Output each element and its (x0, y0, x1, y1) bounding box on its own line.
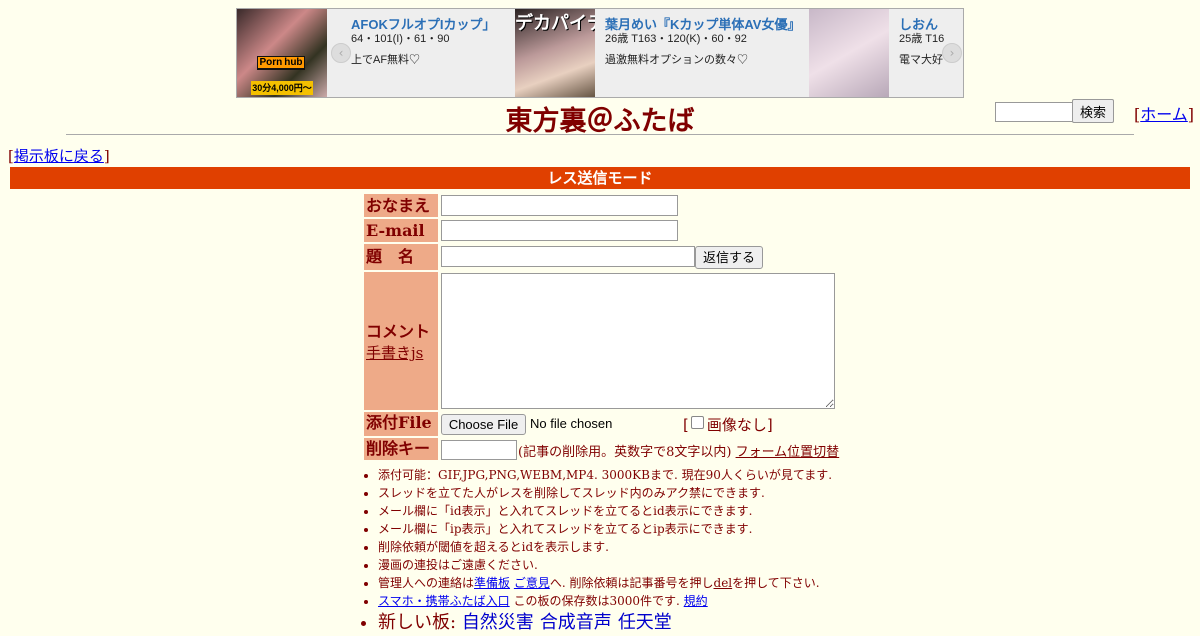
home-link-wrapper: [ホーム] (1134, 105, 1195, 124)
rule-item: 添付可能：GIF,JPG,PNG,WEBM,MP4. 3000KBまで. 現在9… (378, 466, 832, 484)
feedback-link[interactable]: ご意見 (514, 576, 550, 590)
ad-banner[interactable]: Porn hub 30分4,000円〜 ‹ AFOKフルオプIカップ」 64・10… (236, 8, 964, 98)
ad-card-1[interactable]: AFOKフルオプIカップ」 64・101(I)・61・90 上でAF無料♡ (351, 9, 511, 97)
ad-card-thumbnail: デカパイデカ (515, 9, 595, 97)
rule-item: メール欄に「ip表示」と入れてスレッドを立てるとip表示にできます. (378, 520, 832, 538)
home-link[interactable]: ホーム (1140, 105, 1188, 124)
ad-left-thumbnail[interactable]: Porn hub 30分4,000円〜 (237, 9, 327, 97)
ad-card-spec: 25歳 T16 (899, 33, 945, 45)
handwrite-js-link[interactable]: 手書きjs (366, 344, 423, 362)
ad-card-desc: 電マ大好 (899, 54, 943, 66)
choose-file-button[interactable]: Choose File (441, 414, 526, 435)
ad-next-arrow-icon[interactable]: › (942, 43, 962, 63)
file-status-text: No file chosen (530, 416, 613, 431)
search-form: 検索 (995, 99, 1114, 123)
ad-prev-arrow-icon[interactable]: ‹ (331, 43, 351, 63)
ad-card-3[interactable]: しおん 25歳 T16 電マ大好 (809, 9, 963, 97)
new-boards-item: 新しい板: 自然災害合成音声任天堂 (378, 610, 832, 636)
ad-card-spec: 64・101(I)・61・90 (351, 33, 450, 45)
del-link[interactable]: del (714, 576, 733, 590)
terms-link[interactable]: 規約 (684, 594, 708, 608)
email-label: E-mail (364, 219, 438, 242)
back-to-board-link[interactable]: 掲示板に戻る (14, 147, 104, 165)
subject-label: 題 名 (364, 244, 438, 270)
file-label: 添付File (364, 412, 438, 436)
ad-card-desc: 上でAF無料♡ (351, 54, 421, 66)
search-input[interactable] (995, 101, 1075, 122)
no-image-option: [画像なし] (683, 416, 773, 434)
email-input[interactable] (441, 220, 678, 241)
comment-label: コメント (366, 322, 431, 341)
ad-card-spec: 26歳 T163・120(K)・60・92 (605, 33, 747, 45)
ad-card-2[interactable]: デカパイデカ 葉月めい『Kカップ単体AV女優』 26歳 T163・120(K)・… (515, 9, 805, 97)
rule-item: 削除依頼が閾値を超えるとidを表示します. (378, 538, 832, 556)
rule-item-contact: 管理人への連絡は準備板 ご意見へ. 削除依頼は記事番号を押しdelを押して下さい… (378, 574, 832, 592)
no-image-checkbox[interactable] (690, 416, 704, 429)
ad-brand-logo: Porn hub (257, 56, 305, 70)
rule-item: スレッドを立てた人がレスを削除してスレッド内のみアク禁にできます. (378, 484, 832, 502)
subject-input[interactable] (441, 246, 695, 267)
delete-key-input[interactable] (441, 440, 517, 460)
mobile-entrance-link[interactable]: スマホ・携帯ふたば入口 (378, 594, 510, 608)
rule-item-mobile: スマホ・携帯ふたば入口 この板の保存数は3000件です. 規約 (378, 592, 832, 610)
rule-item: メール欄に「id表示」と入れてスレッドを立てるとid表示にできます. (378, 502, 832, 520)
reply-mode-bar: レス送信モード (10, 167, 1190, 189)
name-input[interactable] (441, 195, 678, 216)
comment-textarea[interactable] (441, 273, 835, 409)
back-link-wrapper: [掲示板に戻る] (8, 147, 110, 165)
ad-price-badge: 30分4,000円〜 (251, 81, 313, 95)
header-divider (66, 134, 1134, 135)
delete-key-label: 削除キー (364, 438, 438, 460)
no-image-label: 画像なし (706, 416, 767, 434)
ad-card-thumbnail (809, 9, 889, 97)
submit-reply-button[interactable]: 返信する (695, 246, 763, 269)
search-button[interactable]: 検索 (1072, 99, 1114, 123)
comment-label-cell: コメント 手書きjs (364, 272, 438, 410)
board-rules-list: 添付可能：GIF,JPG,PNG,WEBM,MP4. 3000KBまで. 現在9… (360, 466, 832, 636)
name-label: おなまえ (364, 194, 438, 217)
preparation-board-link[interactable]: 準備板 (474, 576, 510, 590)
ad-card-desc: 過激無料オプションの数々♡ (605, 54, 748, 66)
rule-item: 漫画の連投はご遠慮ください. (378, 556, 832, 574)
delete-key-note: (記事の削除用。英数字で8文字以内) フォーム位置切替 (518, 445, 840, 460)
form-position-toggle-link[interactable]: フォーム位置切替 (736, 445, 840, 460)
ad-thumb-caption: デカパイデカ (515, 13, 595, 34)
